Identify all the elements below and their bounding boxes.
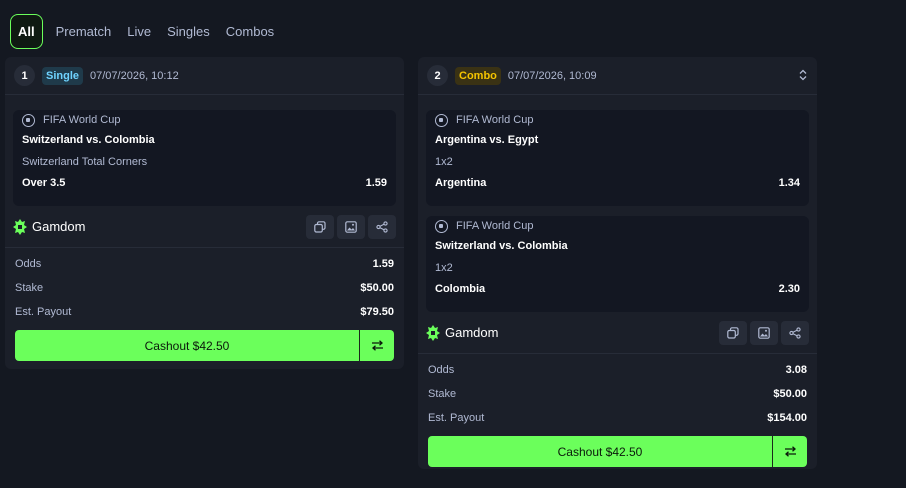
stake-label: Stake: [15, 282, 44, 294]
soccer-ball-icon: [435, 219, 448, 233]
payout-label: Est. Payout: [428, 412, 485, 424]
brand: Gamdom: [426, 324, 499, 341]
chevron-updown-icon[interactable]: [799, 69, 807, 81]
share-icon: [376, 220, 388, 233]
leg-odds: 2.30: [778, 283, 800, 295]
odds-label: Odds: [15, 258, 42, 270]
image-icon: [758, 326, 770, 339]
brand-name: Gamdom: [32, 219, 86, 234]
leg-odds: 1.59: [365, 177, 387, 189]
leg-competition-row: FIFA World Cup: [435, 110, 800, 130]
leg-market: Switzerland Total Corners: [22, 156, 148, 168]
leg-competition-row: FIFA World Cup: [435, 216, 800, 236]
stake-row: Stake $50.00: [5, 276, 404, 300]
filter-tabs: All Prematch Live Singles Combos: [10, 14, 281, 49]
bet-index: 1: [14, 65, 35, 86]
soccer-ball-icon: [22, 113, 35, 127]
bet-card-single: 1 Single 07/07/2026, 10:12 FIFA World Cu…: [5, 57, 404, 369]
odds-value: 1.59: [372, 258, 394, 270]
leg-selection-row: Over 3.5 1.59: [22, 173, 387, 193]
bet-card-combo: 2 Combo 07/07/2026, 10:09 FIFA World Cup…: [418, 57, 817, 469]
odds-value: 3.08: [785, 364, 807, 376]
copy-button[interactable]: [306, 214, 334, 239]
image-button[interactable]: [750, 320, 778, 345]
stake-value: $50.00: [773, 388, 807, 400]
tab-live[interactable]: Live: [120, 14, 158, 49]
brand: Gamdom: [13, 218, 86, 235]
leg-match: Switzerland vs. Colombia: [22, 134, 155, 146]
stake-value: $50.00: [360, 282, 394, 294]
leg-competition: FIFA World Cup: [456, 220, 534, 232]
bet-card-header: 2 Combo 07/07/2026, 10:09: [418, 57, 817, 95]
bet-index: 2: [427, 65, 448, 86]
payout-row: Est. Payout $154.00: [418, 406, 817, 430]
leg-selection: Argentina: [435, 177, 487, 189]
leg-competition-row: FIFA World Cup: [22, 110, 387, 130]
bet-leg: FIFA World Cup Argentina vs. Egypt 1x2 A…: [426, 110, 809, 206]
action-icons: [306, 214, 396, 239]
action-icons: [719, 320, 809, 345]
gamdom-logo-icon: [13, 218, 27, 235]
copy-icon: [727, 326, 739, 339]
leg-selection: Over 3.5: [22, 177, 66, 189]
copy-button[interactable]: [719, 320, 747, 345]
odds-label: Odds: [428, 364, 455, 376]
bet-leg: FIFA World Cup Switzerland vs. Colombia …: [426, 216, 809, 312]
odds-row: Odds 3.08: [418, 358, 817, 382]
bet-date: 07/07/2026, 10:12: [90, 69, 179, 82]
cashout-button[interactable]: Cashout $42.50: [428, 436, 773, 467]
cashout-options-button[interactable]: [360, 330, 394, 361]
share-button[interactable]: [781, 320, 809, 345]
image-icon: [345, 220, 357, 233]
bet-date: 07/07/2026, 10:09: [507, 69, 597, 82]
leg-selection: Colombia: [435, 283, 486, 295]
share-icon: [789, 326, 801, 339]
leg-competition: FIFA World Cup: [43, 114, 121, 126]
stake-row: Stake $50.00: [418, 382, 817, 406]
brand-name: Gamdom: [445, 325, 499, 340]
leg-match: Argentina vs. Egypt: [435, 134, 539, 146]
payout-label: Est. Payout: [15, 306, 72, 318]
tab-all[interactable]: All: [10, 14, 43, 49]
leg-market: 1x2: [435, 262, 453, 274]
copy-icon: [314, 220, 326, 233]
share-button[interactable]: [368, 214, 396, 239]
cashout-button[interactable]: Cashout $42.50: [15, 330, 360, 361]
tab-combos[interactable]: Combos: [219, 14, 281, 49]
cashout-group: Cashout $42.50: [428, 436, 807, 467]
brand-row: Gamdom: [5, 206, 404, 248]
bet-leg: FIFA World Cup Switzerland vs. Colombia …: [13, 110, 396, 206]
bet-card-header: 1 Single 07/07/2026, 10:12: [5, 57, 404, 95]
leg-competition: FIFA World Cup: [456, 114, 534, 126]
cashout-options-button[interactable]: [773, 436, 807, 467]
gamdom-logo-icon: [426, 324, 440, 341]
payout-row: Est. Payout $79.50: [5, 300, 404, 324]
payout-value: $154.00: [767, 412, 807, 424]
tab-prematch[interactable]: Prematch: [49, 14, 119, 49]
leg-match: Switzerland vs. Colombia: [435, 240, 568, 252]
leg-selection-row: Colombia 2.30: [435, 279, 800, 299]
image-button[interactable]: [337, 214, 365, 239]
bet-type-badge: Combo: [455, 66, 501, 85]
swap-icon: [371, 340, 383, 351]
cashout-group: Cashout $42.50: [15, 330, 394, 361]
bet-type-badge: Single: [42, 66, 84, 85]
swap-icon: [784, 446, 796, 457]
leg-odds: 1.34: [778, 177, 800, 189]
tab-singles[interactable]: Singles: [160, 14, 217, 49]
leg-market: 1x2: [435, 156, 453, 168]
brand-row: Gamdom: [418, 312, 817, 354]
stake-label: Stake: [428, 388, 457, 400]
payout-value: $79.50: [360, 306, 394, 318]
odds-row: Odds 1.59: [5, 252, 404, 276]
leg-selection-row: Argentina 1.34: [435, 173, 800, 193]
soccer-ball-icon: [435, 113, 448, 127]
